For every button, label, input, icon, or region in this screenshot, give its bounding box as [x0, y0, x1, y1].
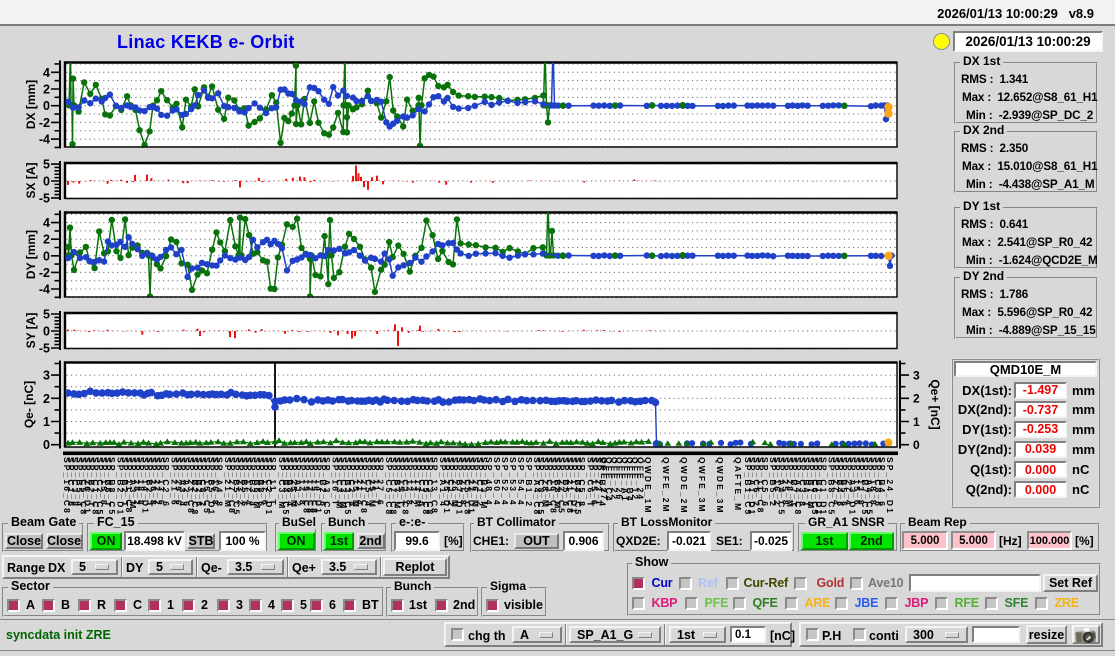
svg-text:DY [mm]: DY [mm] — [24, 230, 38, 279]
svg-text:-5: -5 — [39, 191, 50, 205]
svg-text:DX [mm]: DX [mm] — [24, 80, 38, 129]
svg-text:4: 4 — [43, 216, 50, 230]
svg-text:2: 2 — [43, 233, 50, 247]
svg-text:SP_A3_C5: SP_A3_C5 — [322, 457, 332, 516]
svg-text:-4: -4 — [39, 283, 50, 297]
svg-text:2: 2 — [43, 83, 50, 97]
svg-text:2: 2 — [913, 392, 920, 406]
svg-text:SP_11_T: SP_11_T — [268, 457, 278, 507]
svg-text:QWDE_1M: QWDE_1M — [643, 457, 653, 515]
svg-text:SP_B8_C5: SP_B8_C5 — [107, 457, 117, 516]
svg-text:QWFE_2M: QWFE_2M — [661, 457, 671, 514]
svg-text:-5: -5 — [39, 342, 50, 356]
svg-text:2: 2 — [43, 392, 50, 406]
svg-text:SP_27_6: SP_27_6 — [376, 457, 386, 507]
svg-text:-2: -2 — [39, 116, 50, 130]
svg-text:QWDE_2M: QWDE_2M — [679, 457, 689, 515]
svg-text:0: 0 — [43, 438, 50, 452]
svg-text:QAFTE_M: QAFTE_M — [733, 457, 743, 512]
svg-text:0: 0 — [43, 99, 50, 113]
svg-text:0: 0 — [43, 175, 50, 189]
svg-text:Qe- [nC]: Qe- [nC] — [22, 381, 36, 428]
svg-text:SP_C2_6: SP_C2_6 — [161, 457, 171, 508]
svg-text:SY [A]: SY [A] — [24, 313, 38, 349]
svg-text:4: 4 — [43, 66, 50, 80]
svg-text:0: 0 — [43, 325, 50, 339]
svg-text:SP_A4_8: SP_A4_8 — [215, 457, 225, 508]
svg-text:SP_13_C8: SP_13_C8 — [429, 457, 439, 515]
svg-text:-4: -4 — [39, 133, 50, 147]
svg-text:0: 0 — [43, 249, 50, 263]
svg-text:1: 1 — [43, 415, 50, 429]
svg-text:5: 5 — [43, 158, 50, 172]
svg-text:5: 5 — [43, 308, 50, 322]
svg-text:SX [A]: SX [A] — [24, 162, 38, 198]
svg-text:QWFE_3M: QWFE_3M — [697, 457, 707, 514]
svg-text:SP_24_D1: SP_24_D1 — [885, 457, 895, 515]
svg-text:QWDE_3M: QWDE_3M — [715, 457, 725, 515]
svg-text:0: 0 — [913, 438, 920, 452]
svg-text:3: 3 — [43, 369, 50, 383]
svg-text:3: 3 — [913, 368, 920, 382]
svg-text:-2: -2 — [39, 266, 50, 280]
svg-text:1: 1 — [913, 415, 920, 429]
